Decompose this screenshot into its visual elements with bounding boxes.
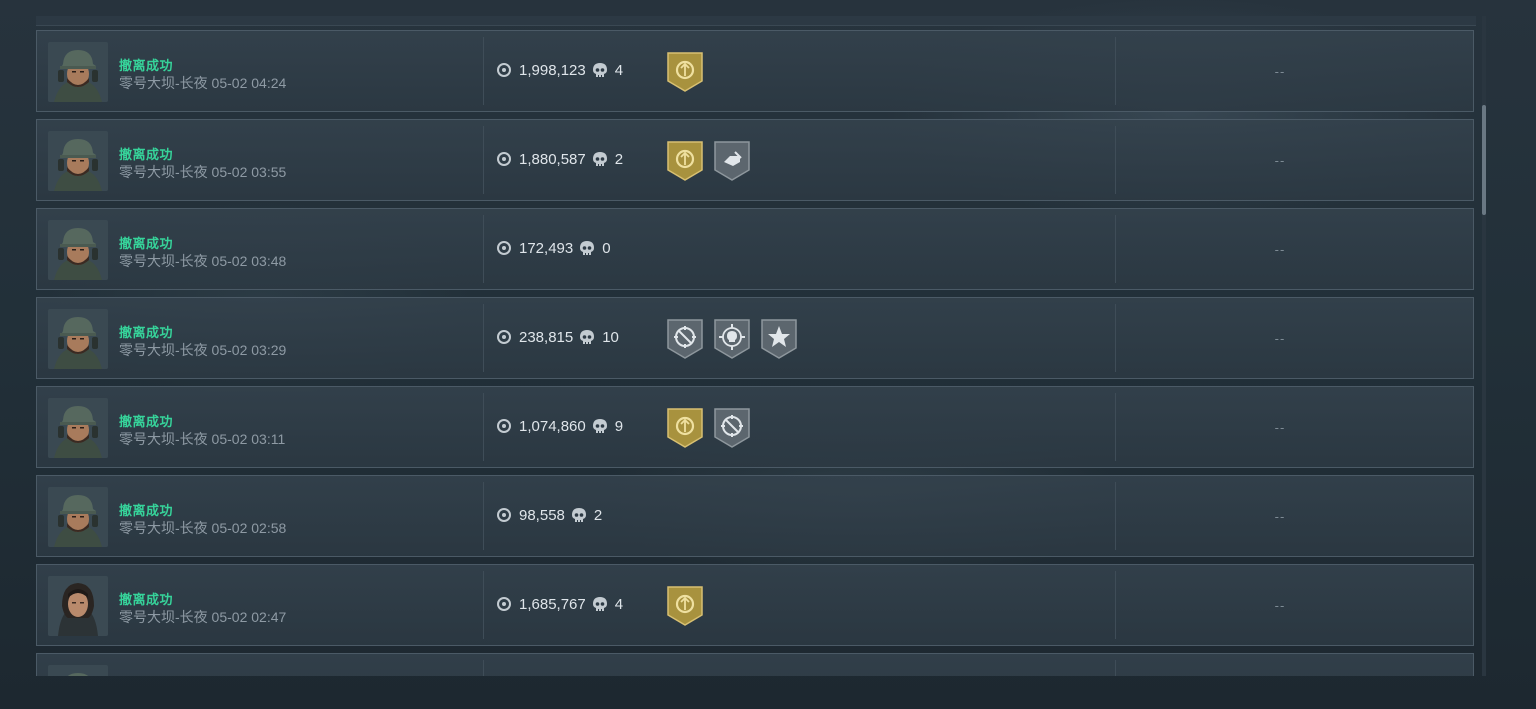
extra-info: -- (1274, 242, 1286, 257)
coin-icon (497, 419, 511, 433)
match-row[interactable]: 撤离成功零号大坝-长夜 05-02 03:29 238,815 -- 10 (36, 297, 1474, 379)
match-row[interactable] (36, 653, 1474, 676)
column-divider (1115, 393, 1116, 461)
column-divider (483, 126, 484, 194)
map-and-time: 零号大坝-长夜 05-02 03:55 (119, 164, 287, 180)
map-and-time: 零号大坝-长夜 05-02 02:47 (119, 609, 287, 625)
grey-hand-badge-icon[interactable] (713, 140, 751, 182)
avatar (48, 309, 108, 369)
skull-icon (580, 241, 595, 257)
coin-icon (497, 508, 511, 522)
coin-icon (497, 63, 511, 77)
extra-info: -- (1274, 64, 1286, 79)
skull-icon (571, 508, 586, 524)
gold-coin-badge-icon[interactable] (666, 140, 704, 182)
match-history-list: 撤离成功 零号大坝-长夜 05-02 04:24 1,998,123 -- 4 撤离成功零… (36, 30, 1476, 676)
match-row[interactable]: 撤离成功零号大坝-长夜 05-02 03:48 172,493 -- 0 (36, 208, 1474, 290)
scrollbar-thumb[interactable] (1482, 105, 1486, 215)
avatar (48, 665, 108, 676)
loot-value: 1,880,587 (519, 151, 586, 168)
kill-count: 10 (602, 329, 619, 346)
column-divider (1115, 37, 1116, 105)
coin-icon (497, 330, 511, 344)
avatar (48, 42, 108, 102)
extraction-status: 撤离成功 (119, 503, 174, 518)
kill-count: 4 (614, 596, 624, 613)
loot-value: 1,998,123 (519, 62, 586, 79)
match-row[interactable]: 撤离成功零号大坝-长夜 05-02 03:11 1,074,860 -- 9 (36, 386, 1474, 468)
map-and-time: 零号大坝-长夜 05-02 03:11 (119, 431, 286, 447)
extraction-status: 撤离成功 (119, 592, 174, 607)
avatar (48, 131, 108, 191)
skull-icon (592, 152, 607, 168)
column-divider (1115, 571, 1116, 639)
map-and-time: 零号大坝-长夜 05-02 04:24 (119, 75, 287, 91)
previous-row-edge (36, 16, 1476, 26)
kill-count: 0 (602, 240, 611, 257)
extraction-status: 撤离成功 (119, 58, 174, 73)
kill-count: 9 (614, 418, 624, 435)
map-and-time: 零号大坝-长夜 05-02 03:48 (119, 253, 287, 269)
extraction-status: 撤离成功 (119, 325, 174, 340)
column-divider (483, 571, 484, 639)
column-divider (1115, 126, 1116, 194)
extraction-status: 撤离成功 (119, 147, 174, 162)
grey-skull-target-badge-icon[interactable] (713, 318, 751, 360)
extraction-status: 撤离成功 (119, 414, 174, 429)
avatar (48, 398, 108, 458)
loot-value: 238,815 (519, 329, 574, 346)
skull-icon (580, 330, 595, 346)
gold-coin-badge-icon[interactable] (666, 407, 704, 449)
kill-count: 2 (593, 507, 603, 524)
map-and-time: 零号大坝-长夜 05-02 02:58 (119, 520, 287, 536)
coin-icon (497, 241, 511, 255)
column-divider (483, 215, 484, 283)
match-row[interactable]: 撤离成功零号大坝-长夜 05-02 02:58 98,558 -- 2 (36, 475, 1474, 557)
skull-icon (592, 63, 607, 79)
column-divider (1115, 660, 1116, 676)
grey-crosshair-badge-icon[interactable] (666, 318, 704, 360)
extraction-status: 撤离成功 (119, 236, 174, 251)
coin-icon (497, 152, 511, 166)
avatar (48, 487, 108, 547)
match-row[interactable]: 撤离成功零号大坝-长夜 05-02 03:55 1,880,587 -- 2 (36, 119, 1474, 201)
extra-info: -- (1274, 598, 1286, 613)
grey-star-badge-icon[interactable] (760, 318, 798, 360)
loot-value: 1,685,767 (519, 596, 586, 613)
gold-coin-badge-icon[interactable] (666, 51, 704, 93)
skull-icon (592, 419, 607, 435)
column-divider (483, 37, 484, 105)
loot-value: 1,074,860 (519, 418, 586, 435)
column-divider (1115, 304, 1116, 372)
column-divider (1115, 215, 1116, 283)
column-divider (483, 482, 484, 550)
extra-info: -- (1274, 420, 1286, 435)
column-divider (1115, 482, 1116, 550)
extra-info: -- (1274, 331, 1286, 346)
loot-value: 172,493 (519, 240, 574, 257)
avatar (48, 576, 108, 636)
column-divider (483, 393, 484, 461)
kill-count: 4 (614, 62, 624, 79)
kill-count: 2 (614, 151, 624, 168)
skull-icon (592, 597, 607, 613)
gold-coin-badge-icon[interactable] (666, 585, 704, 627)
match-row[interactable]: 撤离成功零号大坝-长夜 05-02 04:24 1,998,123 -- 4 (36, 30, 1474, 112)
match-row[interactable]: 撤离成功零号大坝-长夜 05-02 02:47 1,685,767 -- 4 (36, 564, 1474, 646)
column-divider (483, 304, 484, 372)
loot-value: 98,558 (519, 507, 565, 524)
extra-info: -- (1274, 509, 1286, 524)
grey-crosshair-badge-icon[interactable] (713, 407, 751, 449)
coin-icon (497, 597, 511, 611)
column-divider (483, 660, 484, 676)
avatar (48, 220, 108, 280)
map-and-time: 零号大坝-长夜 05-02 03:29 (119, 342, 287, 358)
extra-info: -- (1274, 153, 1286, 168)
